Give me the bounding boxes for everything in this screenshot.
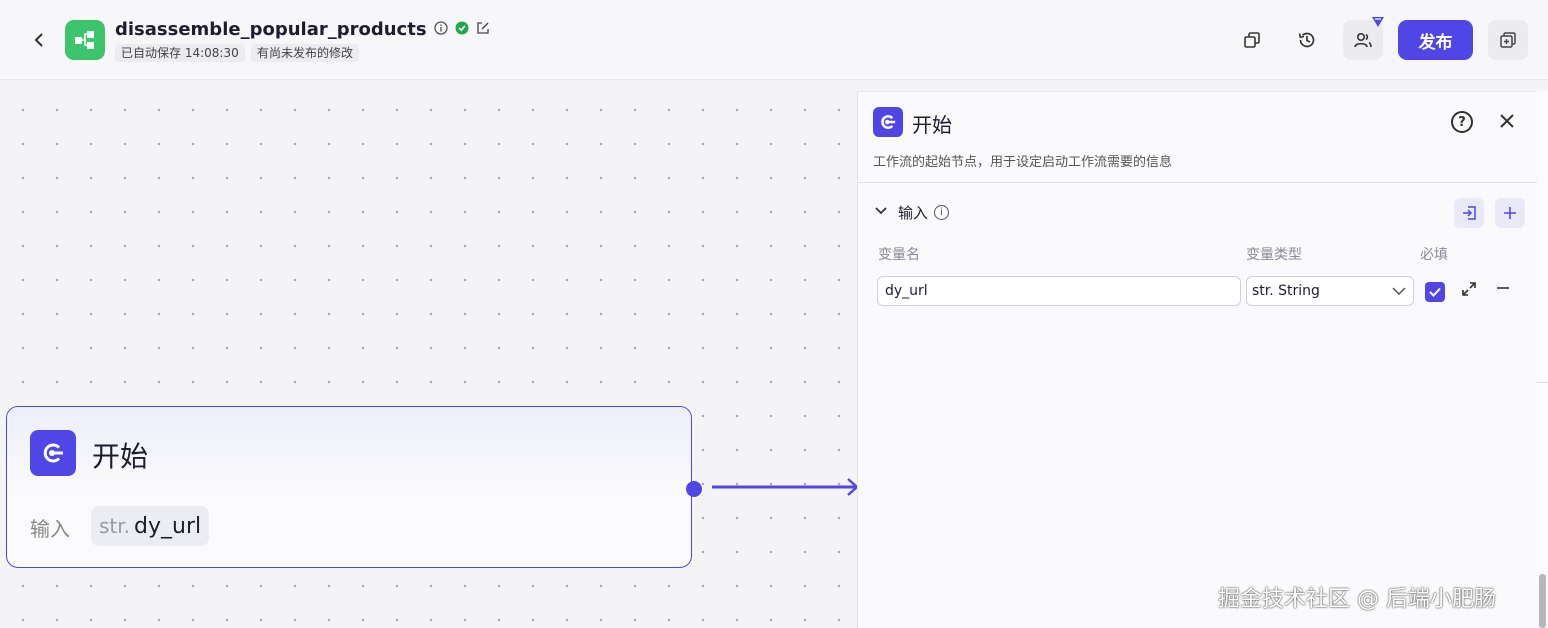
close-icon[interactable] <box>1496 109 1518 133</box>
start-icon <box>30 430 76 476</box>
publish-button[interactable]: 发布 <box>1398 20 1473 60</box>
unpublished-tag: 有尚未发布的修改 <box>251 44 360 62</box>
plus-icon <box>1504 207 1516 219</box>
scrollbar-track[interactable] <box>1537 91 1548 628</box>
copy-button[interactable] <box>1232 20 1272 60</box>
divider <box>858 182 1538 183</box>
duplicate-icon <box>1500 32 1516 48</box>
chevron-left-icon[interactable] <box>28 28 50 52</box>
users-icon <box>1354 32 1372 48</box>
chevron-down-icon <box>1392 277 1406 315</box>
history-icon <box>1298 32 1315 48</box>
section-title: 输入 <box>898 204 929 222</box>
input-section-header[interactable]: 输入 i <box>898 202 950 223</box>
watermark: 掘金技术社区 @ 后端小肥肠 <box>1218 587 1496 612</box>
divider <box>1537 382 1548 383</box>
check-icon <box>1429 287 1441 297</box>
diamond-badge-icon <box>1372 17 1384 27</box>
start-icon <box>873 107 903 137</box>
variable-name-input[interactable]: dy_url <box>877 276 1241 306</box>
node-header: 开始 <box>7 407 691 497</box>
workflow-icon <box>65 20 105 60</box>
chevron-down-icon[interactable] <box>875 204 887 218</box>
edit-icon[interactable] <box>476 21 490 39</box>
column-header-required: 必填 <box>1420 247 1448 263</box>
variable-type: str. <box>99 514 131 538</box>
scrollbar-thumb[interactable] <box>1539 574 1546 628</box>
node-config-panel: 开始 ? 工作流的起始节点，用于设定启动工作流需要的信息 输入 i 变量名 变量… <box>857 91 1538 628</box>
import-icon <box>1463 206 1476 220</box>
import-button[interactable] <box>1454 198 1484 228</box>
node-title: 开始 <box>92 440 149 473</box>
column-header-type: 变量类型 <box>1246 247 1302 263</box>
info-icon[interactable] <box>433 20 448 39</box>
required-checkbox[interactable] <box>1425 282 1445 302</box>
copy-icon <box>1244 32 1260 48</box>
title-text: disassemble_popular_products <box>115 19 427 40</box>
start-node[interactable]: 开始 输入 str. dy_url <box>6 406 692 568</box>
output-port[interactable] <box>686 481 702 497</box>
check-circle-icon <box>455 21 469 39</box>
connection-edge[interactable] <box>708 476 858 498</box>
info-icon[interactable]: i <box>934 205 950 220</box>
add-variable-button[interactable] <box>1495 198 1525 228</box>
variable-type-value: str. String <box>1252 283 1320 299</box>
node-input-label: 输入 <box>30 517 70 541</box>
top-bar: disassemble_popular_products 已自动保存 14:08… <box>0 0 1548 80</box>
remove-variable-icon[interactable] <box>1496 278 1510 303</box>
variable-type-select[interactable]: str. String <box>1246 276 1414 306</box>
autosave-tag: 已自动保存 14:08:30 <box>115 44 245 62</box>
node-variable-chip: str. dy_url <box>91 506 210 546</box>
workflow-title: disassemble_popular_products <box>115 19 490 40</box>
expand-icon[interactable] <box>1461 281 1477 301</box>
variable-name: dy_url <box>134 513 202 539</box>
column-header-name: 变量名 <box>878 247 920 263</box>
panel-description: 工作流的起始节点，用于设定启动工作流需要的信息 <box>873 155 1173 170</box>
panel-title: 开始 <box>912 113 952 137</box>
more-button[interactable] <box>1488 20 1528 60</box>
history-button[interactable] <box>1287 20 1327 60</box>
help-icon[interactable]: ? <box>1451 111 1473 133</box>
